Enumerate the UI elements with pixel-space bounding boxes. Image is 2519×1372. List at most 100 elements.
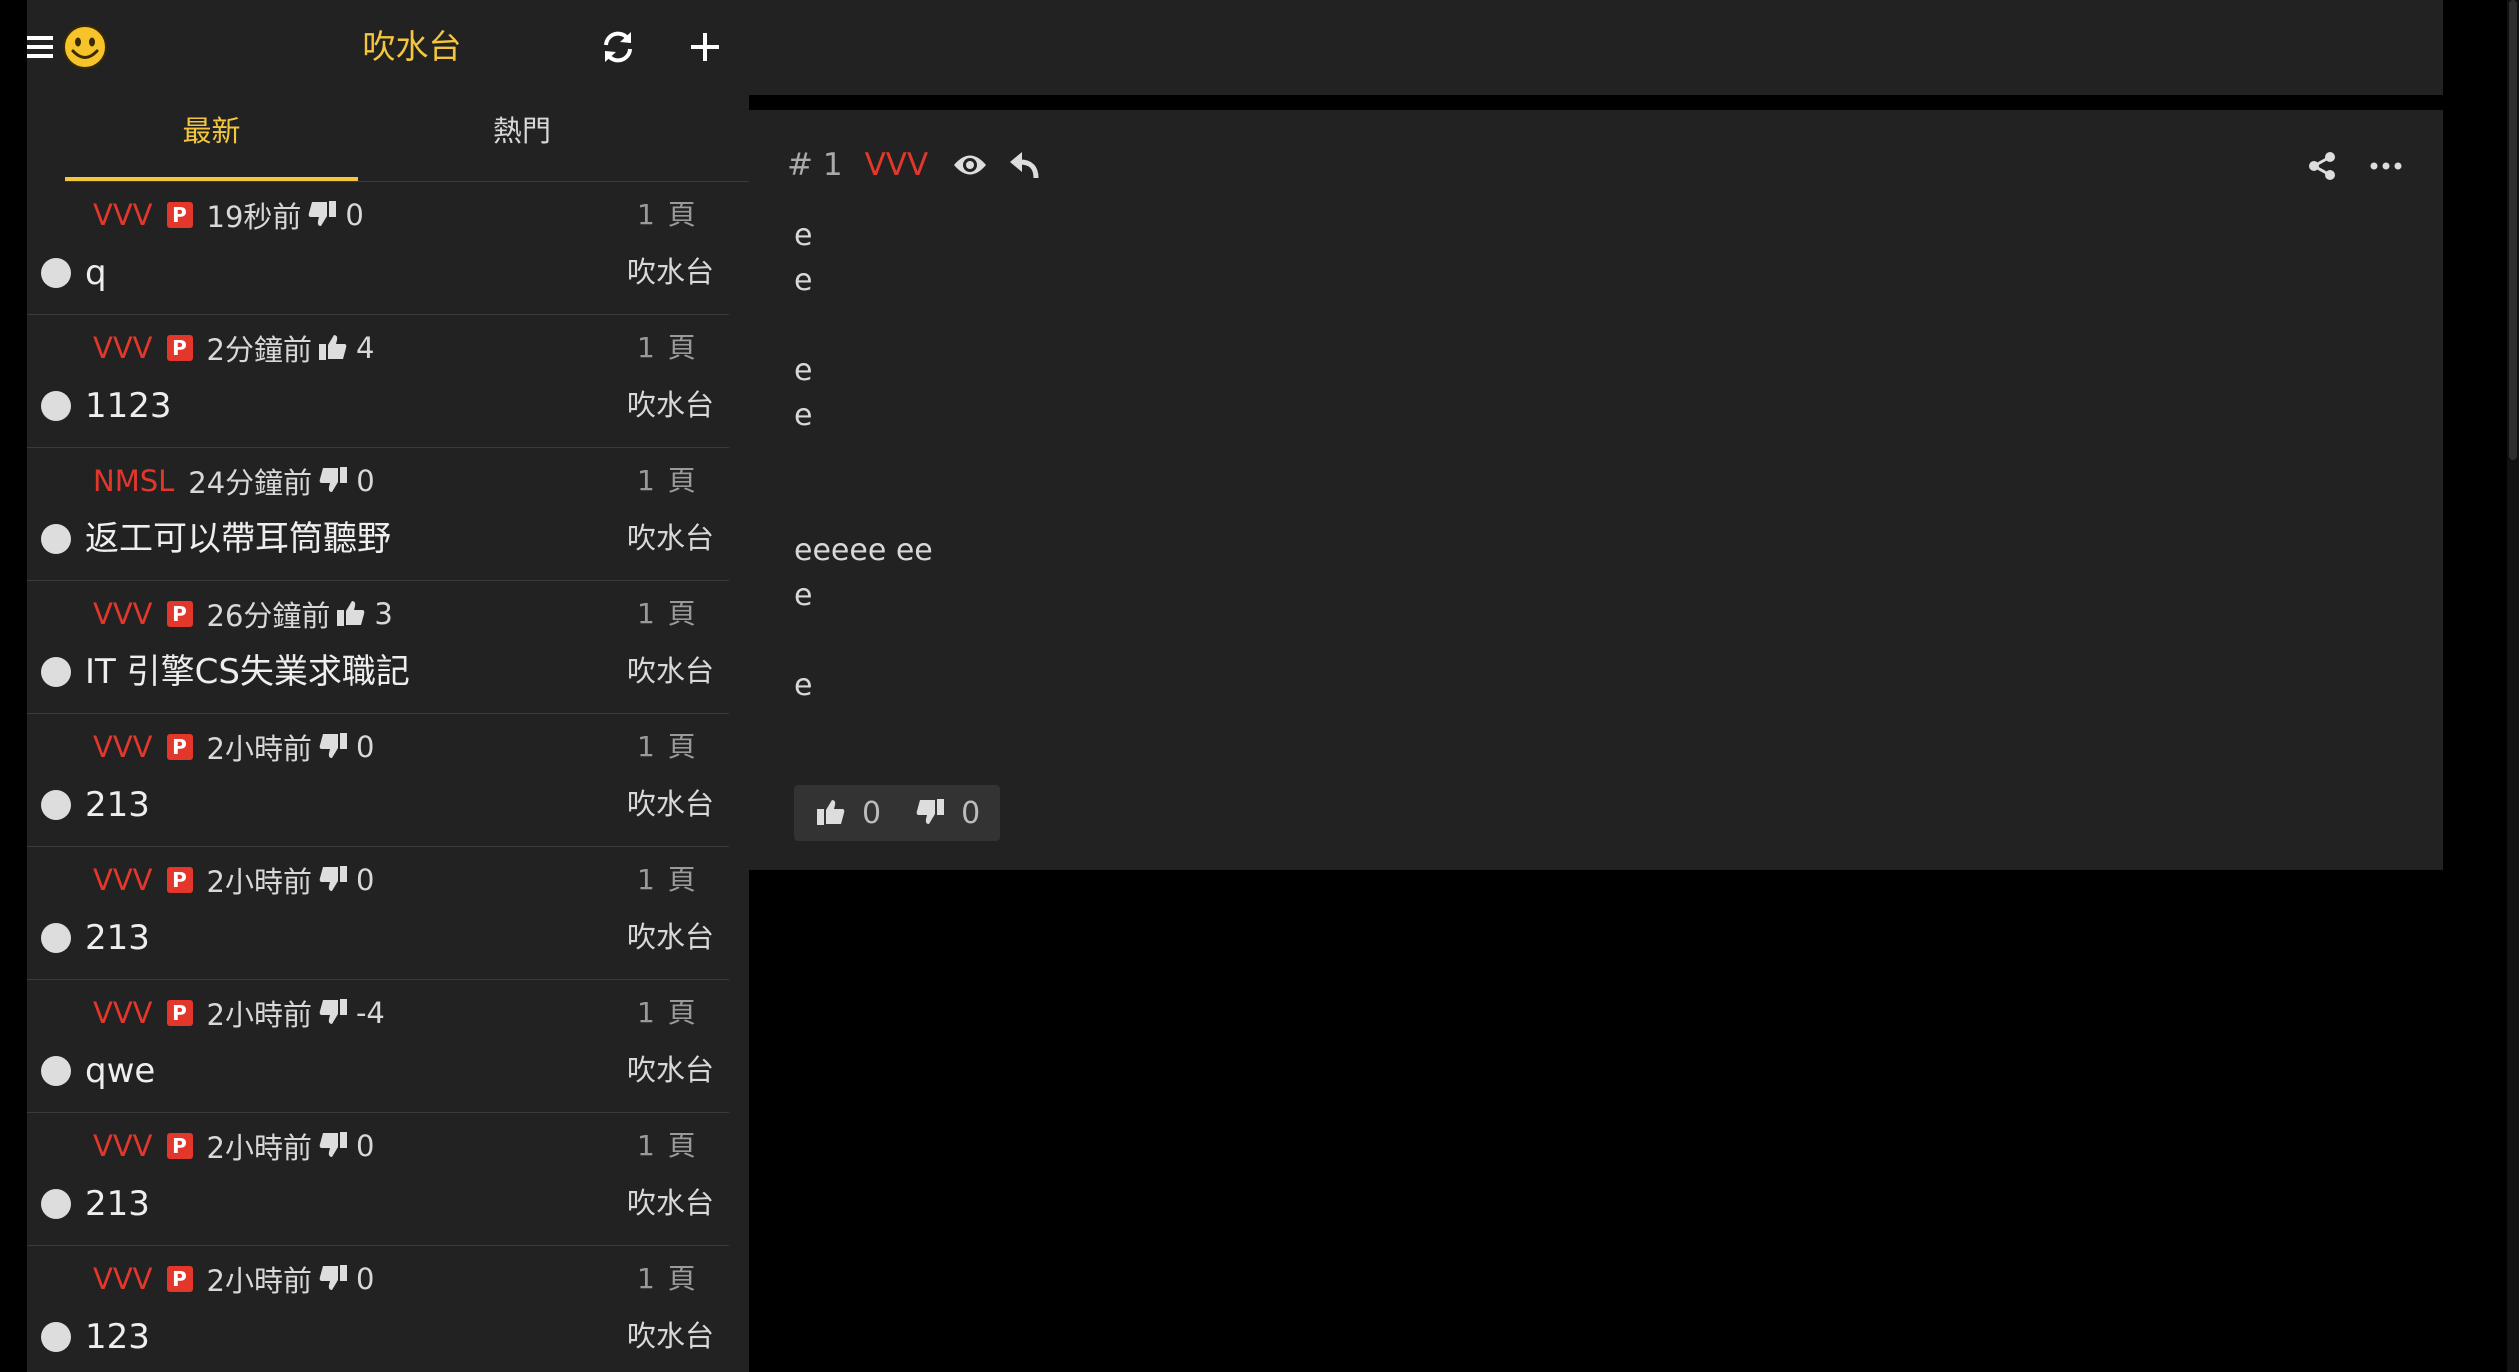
thumbs-down-icon xyxy=(307,200,339,230)
thread-meta: VVV P 2小時前 0 xyxy=(93,728,374,766)
thread-board[interactable]: 吹水台 xyxy=(627,1316,714,1356)
thread-username[interactable]: VVV xyxy=(93,730,153,764)
thread-meta: VVV P 2小時前 0 xyxy=(93,1260,374,1298)
thumbs-down-icon xyxy=(318,998,350,1028)
thread-time: 26分鐘前 xyxy=(206,599,331,633)
thread-pages[interactable]: 1 頁 xyxy=(637,994,698,1032)
menu-icon[interactable] xyxy=(27,24,56,70)
refresh-icon[interactable] xyxy=(595,24,641,70)
thread-pages[interactable]: 1 頁 xyxy=(637,1260,698,1298)
thread-time: 2小時前 xyxy=(206,865,312,899)
share-icon[interactable] xyxy=(2302,146,2342,186)
thread-time: 24分鐘前 xyxy=(188,466,313,500)
post-number: # 1 xyxy=(787,147,843,183)
thumbs-down-icon xyxy=(318,1264,350,1294)
unread-dot xyxy=(41,1189,71,1219)
thread-row[interactable]: VVV P 2小時前 -4 1 頁 qwe 吹水台 xyxy=(27,980,729,1113)
thread-board[interactable]: 吹水台 xyxy=(627,1183,714,1223)
smiley-icon[interactable] xyxy=(62,24,108,70)
post-username[interactable]: VVV xyxy=(865,147,929,183)
post-line xyxy=(794,303,933,348)
badge: P xyxy=(166,1000,193,1026)
badge: P xyxy=(166,867,193,893)
unread-dot xyxy=(41,1056,71,1086)
thread-row[interactable]: NMSL 24分鐘前 0 1 頁 返工可以帶耳筒聽野 吹水台 xyxy=(27,448,729,581)
thread-pages[interactable]: 1 頁 xyxy=(637,462,698,500)
thread-title[interactable]: 1123 xyxy=(85,383,172,429)
thread-row[interactable]: VVV P 2分鐘前 4 1 頁 1123 吹水台 xyxy=(27,315,729,448)
unread-dot xyxy=(41,923,71,953)
thumbs-down-icon xyxy=(318,732,350,762)
thread-meta: VVV P 2小時前 -4 xyxy=(93,994,385,1032)
thread-meta: VVV P 2小時前 0 xyxy=(93,1127,374,1165)
thread-time: 2小時前 xyxy=(206,1264,312,1298)
thread-row[interactable]: VVV P 26分鐘前 3 1 頁 IT 引擎CS失業求職記 吹水台 xyxy=(27,581,729,714)
thread-title[interactable]: 213 xyxy=(85,915,150,961)
post-vote-bar: 0 0 xyxy=(794,785,1000,841)
post-line: e xyxy=(794,263,813,298)
thread-title[interactable]: 213 xyxy=(85,1181,150,1227)
thread-list: VVV P 19秒前 0 1 頁 q 吹水台 VVV P 2分鐘前 4 1 頁 … xyxy=(27,182,729,1372)
more-icon[interactable] xyxy=(2364,146,2408,186)
post-line: e xyxy=(794,218,813,253)
thread-username[interactable]: VVV xyxy=(93,1262,153,1296)
post-line: e xyxy=(794,398,813,433)
eye-icon[interactable] xyxy=(950,145,990,185)
thumbs-up-icon xyxy=(336,599,368,629)
thumbs-up-icon[interactable] xyxy=(816,798,848,828)
thread-row[interactable]: VVV P 2小時前 0 1 頁 213 吹水台 xyxy=(27,714,729,847)
thread-pages[interactable]: 1 頁 xyxy=(637,595,698,633)
scrollbar-thumb[interactable] xyxy=(2509,0,2517,460)
thread-title[interactable]: IT 引擎CS失業求職記 xyxy=(85,649,410,695)
thumbs-down-icon[interactable] xyxy=(915,798,947,828)
thread-board[interactable]: 吹水台 xyxy=(627,518,714,558)
thread-pages[interactable]: 1 頁 xyxy=(637,861,698,899)
thread-pages[interactable]: 1 頁 xyxy=(637,728,698,766)
thread-username[interactable]: VVV xyxy=(93,863,153,897)
thread-row[interactable]: VVV P 19秒前 0 1 頁 q 吹水台 xyxy=(27,182,729,315)
thread-score: 3 xyxy=(374,597,393,631)
thread-score: 0 xyxy=(355,1129,375,1163)
thread-meta: VVV P 2分鐘前 4 xyxy=(93,329,374,367)
post-line xyxy=(794,618,933,663)
thread-pages[interactable]: 1 頁 xyxy=(637,196,698,234)
unread-dot xyxy=(41,790,71,820)
thread-board[interactable]: 吹水台 xyxy=(627,252,714,292)
unread-dot xyxy=(41,391,71,421)
thread-username[interactable]: VVV xyxy=(93,597,153,631)
tab-hot[interactable]: 熱門 xyxy=(358,95,686,181)
thread-meta: NMSL 24分鐘前 0 xyxy=(93,462,375,500)
badge: P xyxy=(166,335,193,361)
post-line: e xyxy=(794,353,813,388)
thread-pages[interactable]: 1 頁 xyxy=(637,1127,698,1165)
thread-row[interactable]: VVV P 2小時前 0 1 頁 123 吹水台 xyxy=(27,1246,729,1372)
badge: P xyxy=(166,202,193,228)
post-line xyxy=(794,483,933,528)
thread-title[interactable]: q xyxy=(85,250,107,296)
thread-username[interactable]: NMSL xyxy=(93,464,174,498)
thread-board[interactable]: 吹水台 xyxy=(627,651,714,691)
reply-icon[interactable] xyxy=(1004,145,1044,185)
thread-username[interactable]: VVV xyxy=(93,198,153,232)
thread-board[interactable]: 吹水台 xyxy=(627,917,714,957)
thread-board[interactable]: 吹水台 xyxy=(627,385,714,425)
thread-title[interactable]: qwe xyxy=(85,1048,155,1094)
thread-title[interactable]: 213 xyxy=(85,782,150,828)
thread-row[interactable]: VVV P 2小時前 0 1 頁 213 吹水台 xyxy=(27,1113,729,1246)
thread-title[interactable]: 123 xyxy=(85,1314,150,1360)
tab-latest[interactable]: 最新 xyxy=(65,95,358,181)
thread-username[interactable]: VVV xyxy=(93,996,153,1030)
thread-time: 2小時前 xyxy=(206,732,312,766)
post-line: eeeee ee xyxy=(794,533,933,568)
thread-score: 0 xyxy=(355,863,375,897)
thread-board[interactable]: 吹水台 xyxy=(627,784,714,824)
thread-row[interactable]: VVV P 2小時前 0 1 頁 213 吹水台 xyxy=(27,847,729,980)
thread-username[interactable]: VVV xyxy=(93,331,153,365)
thread-board[interactable]: 吹水台 xyxy=(627,1050,714,1090)
thread-username[interactable]: VVV xyxy=(93,1129,153,1163)
upvote-count: 0 xyxy=(862,795,882,831)
thread-pages[interactable]: 1 頁 xyxy=(637,329,698,367)
add-icon[interactable] xyxy=(682,24,728,70)
thread-score: 0 xyxy=(355,1262,375,1296)
thread-title[interactable]: 返工可以帶耳筒聽野 xyxy=(85,516,391,562)
